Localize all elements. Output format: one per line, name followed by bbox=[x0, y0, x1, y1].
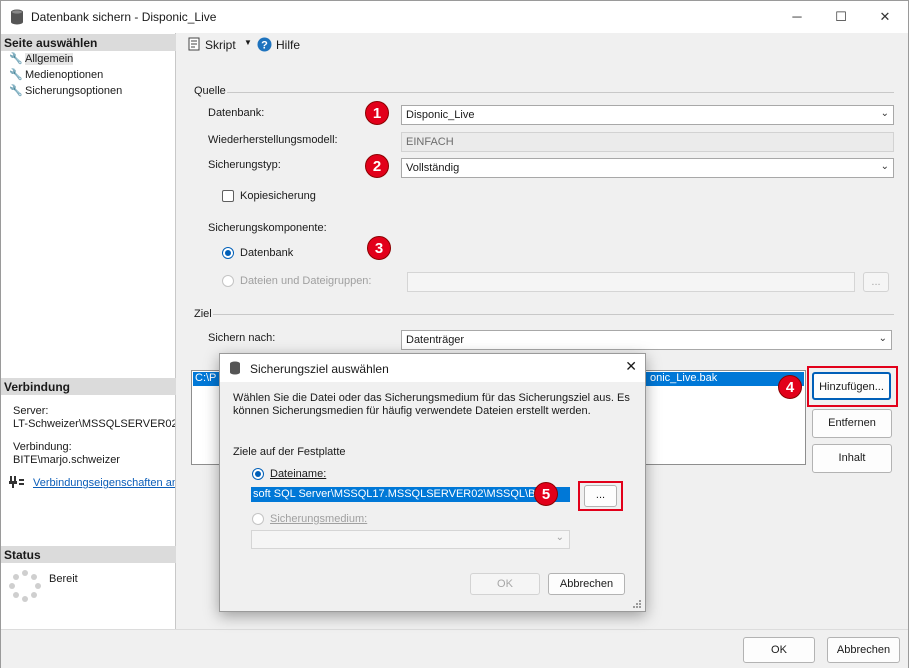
footer-bar: OK Abbrechen bbox=[1, 629, 908, 668]
ok-button[interactable]: OK bbox=[743, 637, 815, 663]
wrench-icon: 🔧 bbox=[9, 69, 23, 81]
status-heading: Status bbox=[1, 546, 176, 563]
files-browse-button[interactable]: ... bbox=[863, 272, 889, 292]
wrench-icon: 🔧 bbox=[9, 53, 23, 65]
progress-spinner-icon bbox=[9, 570, 41, 602]
copy-only-label: Kopiesicherung bbox=[240, 190, 316, 202]
toolbar: Skript ▼ ? Hilfe bbox=[177, 33, 908, 57]
component-files-radio[interactable] bbox=[222, 275, 234, 287]
resize-grip-icon[interactable] bbox=[632, 599, 642, 609]
select-backup-destination-dialog: Sicherungsziel auswählen ✕ Wählen Sie di… bbox=[219, 353, 646, 612]
dialog-title-bar: Sicherungsziel auswählen ✕ bbox=[220, 354, 645, 382]
backup-type-label: Sicherungstyp: bbox=[208, 159, 281, 171]
chevron-down-icon: ⌄ bbox=[880, 161, 889, 172]
destination-group-title: Ziel bbox=[194, 308, 212, 320]
filename-label: Dateiname: bbox=[270, 468, 327, 480]
component-database-label: Datenbank bbox=[240, 247, 294, 259]
component-files-label: Dateien und Dateigruppen: bbox=[240, 275, 372, 287]
chevron-down-icon: ⌄ bbox=[555, 532, 564, 543]
chevron-down-icon: ⌄ bbox=[878, 333, 887, 344]
window-title: Datenbank sichern - Disponic_Live bbox=[31, 10, 217, 24]
database-icon bbox=[11, 9, 23, 25]
database-combo[interactable]: Disponic_Live ⌄ bbox=[401, 105, 894, 125]
backup-component-label: Sicherungskomponente: bbox=[208, 222, 327, 234]
copy-only-checkbox[interactable] bbox=[222, 190, 234, 202]
files-textbox bbox=[407, 272, 855, 292]
cancel-button[interactable]: Abbrechen bbox=[827, 637, 900, 663]
database-icon bbox=[230, 361, 240, 375]
close-button[interactable]: ✕ bbox=[862, 1, 908, 33]
source-divider bbox=[227, 92, 894, 93]
filename-browse-button[interactable]: ... bbox=[584, 485, 617, 507]
step-badge-1: 1 bbox=[365, 101, 389, 125]
chevron-down-icon: ⌄ bbox=[880, 108, 889, 119]
recovery-model-label: Wiederherstellungsmodell: bbox=[208, 134, 338, 146]
dialog-close-button[interactable]: ✕ bbox=[625, 358, 637, 375]
backup-device-label: Sicherungsmedium: bbox=[270, 513, 368, 525]
server-label: Server: bbox=[13, 405, 49, 417]
step-badge-2: 2 bbox=[365, 154, 389, 178]
minimize-button[interactable]: ─ bbox=[774, 1, 820, 33]
svg-text:?: ? bbox=[261, 40, 268, 52]
filename-input[interactable]: soft SQL Server\MSSQL17.MSSQLSERVER02\MS… bbox=[251, 487, 570, 502]
dialog-ok-button[interactable]: OK bbox=[470, 573, 540, 595]
connection-heading: Verbindung bbox=[1, 378, 176, 395]
connection-value: BITE\marjo.schweizer bbox=[13, 454, 120, 466]
wrench-icon: 🔧 bbox=[9, 85, 23, 97]
disk-targets-label: Ziele auf der Festplatte bbox=[233, 446, 346, 458]
backup-device-radio[interactable] bbox=[252, 513, 264, 525]
backup-to-combo[interactable]: Datenträger ⌄ bbox=[401, 330, 892, 350]
sidebar: Seite auswählen 🔧 Allgemein 🔧 Medienoption… bbox=[1, 33, 176, 629]
recovery-model-value: EINFACH bbox=[401, 132, 894, 152]
remove-button[interactable]: Entfernen bbox=[812, 409, 892, 438]
add-button[interactable]: Hinzufügen... bbox=[812, 372, 891, 400]
select-page-heading: Seite auswählen bbox=[1, 34, 176, 51]
dialog-description: Wählen Sie die Datei oder das Sicherungs… bbox=[233, 392, 630, 417]
dialog-cancel-button[interactable]: Abbrechen bbox=[548, 573, 625, 595]
script-icon bbox=[188, 37, 200, 51]
sidebar-item-general[interactable]: 🔧 Allgemein bbox=[9, 52, 74, 67]
server-value: LT-Schweizer\MSSQLSERVER02 bbox=[13, 418, 175, 430]
script-button[interactable]: Skript bbox=[205, 38, 236, 52]
sidebar-item-backup-options[interactable]: 🔧 Sicherungsoptionen bbox=[9, 84, 122, 99]
step-badge-3: 3 bbox=[367, 236, 391, 260]
destination-divider bbox=[213, 314, 894, 315]
status-value: Bereit bbox=[49, 573, 78, 585]
filename-radio[interactable] bbox=[252, 468, 264, 480]
sidebar-item-media-options[interactable]: 🔧 Medienoptionen bbox=[9, 68, 103, 83]
script-dropdown-icon[interactable]: ▼ bbox=[244, 38, 252, 47]
step-badge-5: 5 bbox=[534, 482, 558, 506]
backup-type-combo[interactable]: Vollständig ⌄ bbox=[401, 158, 894, 178]
connection-properties-link[interactable]: Verbindungseigenschaften an bbox=[33, 477, 175, 489]
contents-button[interactable]: Inhalt bbox=[812, 444, 892, 473]
dialog-title: Sicherungsziel auswählen bbox=[250, 362, 389, 376]
step-badge-4: 4 bbox=[778, 375, 802, 399]
plug-icon bbox=[9, 476, 24, 488]
backup-to-label: Sichern nach: bbox=[208, 332, 276, 344]
component-database-radio[interactable] bbox=[222, 247, 234, 259]
connection-label: Verbindung: bbox=[13, 441, 72, 453]
database-label: Datenbank: bbox=[208, 107, 265, 119]
title-bar: Datenbank sichern - Disponic_Live ─ ☐ ✕ bbox=[1, 1, 908, 33]
source-group-title: Quelle bbox=[194, 85, 226, 97]
help-icon: ? bbox=[257, 37, 272, 52]
backup-device-combo: ⌄ bbox=[251, 530, 570, 549]
help-button[interactable]: Hilfe bbox=[276, 38, 300, 52]
maximize-button[interactable]: ☐ bbox=[818, 1, 864, 33]
